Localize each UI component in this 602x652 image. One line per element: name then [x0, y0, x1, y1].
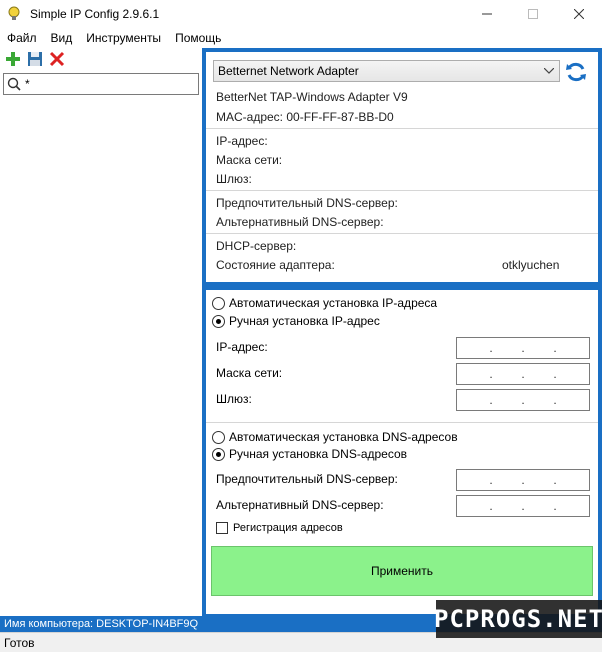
ip-dot: . [521, 473, 525, 487]
search-icon [7, 77, 21, 91]
info-dns-pref-label: Предпочтительный DNS-сервер: [216, 196, 398, 210]
ip-dot: . [489, 473, 493, 487]
mask-label: Маска сети: [216, 366, 283, 380]
minimize-button[interactable] [464, 0, 510, 28]
divider [206, 422, 598, 423]
apply-button[interactable]: Применить [211, 546, 593, 596]
ip-address-input[interactable]: ... [456, 337, 590, 359]
info-gateway-label: Шлюз: [216, 172, 252, 186]
chevron-down-icon [543, 64, 555, 78]
ip-dot: . [553, 499, 557, 513]
adapter-info-box: Betternet Network Adapter BetterNet TAP-… [206, 52, 598, 282]
menu-help[interactable]: Помощь [168, 31, 228, 45]
radio-unchecked [212, 430, 225, 444]
radio-unchecked [212, 296, 225, 310]
profile-search-input[interactable]: * [3, 73, 199, 95]
info-dhcp-label: DHCP-сервер: [216, 239, 297, 253]
app-icon [6, 6, 22, 22]
manual-ip-radio[interactable]: Ручная установка IP-адрес [212, 314, 380, 328]
close-button[interactable] [556, 0, 602, 28]
ip-label: IP-адрес: [216, 340, 268, 354]
maximize-icon [528, 9, 538, 19]
refresh-button[interactable] [564, 60, 588, 84]
status-text: Готов [4, 635, 35, 650]
register-addresses-checkbox[interactable]: Регистрация адресов [216, 522, 343, 534]
menu-file[interactable]: Файл [0, 31, 44, 45]
divider [206, 190, 598, 191]
adapter-description: BetterNet TAP-Windows Adapter V9 [216, 90, 408, 104]
info-mask-label: Маска сети: [216, 153, 283, 167]
dns-alt-label: Альтернативный DNS-сервер: [216, 498, 384, 512]
delete-profile-button[interactable] [48, 50, 66, 68]
ip-dot: . [553, 393, 557, 407]
dns-alternate-input[interactable]: ... [456, 495, 590, 517]
add-profile-button[interactable] [4, 50, 22, 68]
divider [206, 233, 598, 234]
ip-dot: . [521, 367, 525, 381]
dns-pref-label: Предпочтительный DNS-сервер: [216, 472, 398, 486]
ip-dot: . [553, 473, 557, 487]
manual-ip-label: Ручная установка IP-адрес [229, 314, 380, 328]
ip-dot: . [521, 341, 525, 355]
menu-tools[interactable]: Инструменты [79, 31, 168, 45]
profile-list[interactable] [0, 97, 202, 616]
ip-dot: . [489, 499, 493, 513]
register-addresses-label: Регистрация адресов [233, 522, 343, 534]
watermark: PCPROGS.NET [434, 600, 602, 638]
menu-bar: Файл Вид Инструменты Помощь [0, 28, 602, 48]
dns-preferred-input[interactable]: ... [456, 469, 590, 491]
computer-name: Имя компьютера: DESKTOP-IN4BF9Q [4, 618, 199, 630]
adapter-mac: MAC-адрес: 00-FF-FF-87-BB-D0 [216, 110, 394, 124]
gateway-input[interactable]: ... [456, 389, 590, 411]
ip-dot: . [489, 393, 493, 407]
auto-ip-label: Автоматическая установка IP-адреса [229, 296, 438, 310]
auto-dns-label: Автоматическая установка DNS-адресов [229, 430, 458, 444]
gateway-label: Шлюз: [216, 392, 252, 406]
ip-dot: . [553, 367, 557, 381]
auto-ip-radio[interactable]: Автоматическая установка IP-адреса [212, 296, 437, 310]
settings-box: Автоматическая установка IP-адреса Ручна… [206, 290, 598, 614]
close-icon [574, 9, 584, 19]
info-state-label: Состояние адаптера: [216, 258, 335, 272]
maximize-button[interactable] [510, 0, 556, 28]
radio-checked [212, 447, 225, 461]
search-value: * [25, 77, 30, 91]
plus-icon [6, 52, 20, 66]
ip-dot: . [489, 367, 493, 381]
ip-dot: . [489, 341, 493, 355]
window-title: Simple IP Config 2.9.6.1 [30, 7, 160, 21]
menu-view[interactable]: Вид [44, 31, 80, 45]
ip-dot: . [521, 499, 525, 513]
minimize-icon [482, 13, 492, 15]
divider [206, 128, 598, 129]
ip-dot: . [553, 341, 557, 355]
checkbox-box [216, 522, 228, 534]
info-ip-label: IP-адрес: [216, 134, 268, 148]
delete-icon [49, 51, 65, 67]
auto-dns-radio[interactable]: Автоматическая установка DNS-адресов [212, 430, 458, 444]
save-profile-button[interactable] [26, 50, 44, 68]
subnet-mask-input[interactable]: ... [456, 363, 590, 385]
refresh-icon [566, 62, 586, 82]
adapter-panel: Betternet Network Adapter BetterNet TAP-… [202, 48, 602, 616]
adapter-state-value: otklyuchen [502, 258, 560, 272]
manual-dns-radio[interactable]: Ручная установка DNS-адресов [212, 447, 407, 461]
info-dns-alt-label: Альтернативный DNS-сервер: [216, 215, 384, 229]
adapter-select[interactable]: Betternet Network Adapter [213, 60, 560, 82]
toolbar [0, 48, 200, 70]
title-bar: Simple IP Config 2.9.6.1 [0, 0, 602, 28]
radio-checked [212, 314, 225, 328]
ip-dot: . [521, 393, 525, 407]
save-icon [28, 52, 42, 66]
adapter-select-value: Betternet Network Adapter [218, 64, 359, 78]
manual-dns-label: Ручная установка DNS-адресов [229, 447, 408, 461]
